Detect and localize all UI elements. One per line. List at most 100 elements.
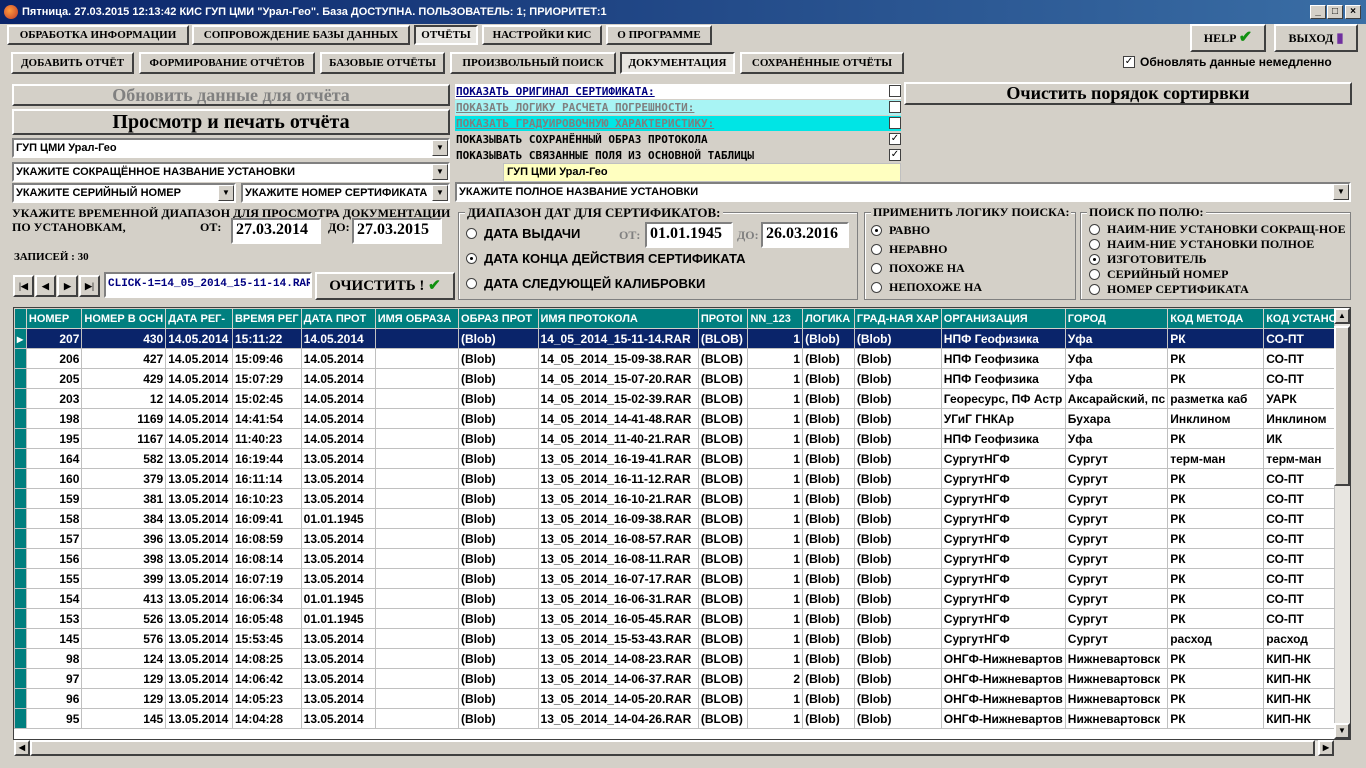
row-indicator[interactable] [14, 648, 27, 669]
table-cell[interactable]: 13.05.2014 [300, 688, 376, 709]
table-cell[interactable]: Сургут [1064, 588, 1169, 609]
table-cell[interactable]: 96 [25, 688, 83, 709]
table-cell[interactable]: (Blob) [458, 448, 539, 469]
scroll-up-icon[interactable]: ▲ [1334, 308, 1350, 324]
table-cell[interactable]: (Blob) [802, 568, 855, 589]
table-row[interactable]: 157 396 13.05.2014 16:08:59 13.05.2014 (Blob)… [14, 528, 1350, 549]
table-cell[interactable]: (Blob) [853, 568, 942, 589]
table-cell[interactable]: РК [1167, 608, 1265, 629]
table-cell[interactable]: (Blob) [853, 608, 942, 629]
table-cell[interactable]: (Blob) [458, 368, 539, 389]
row-indicator[interactable] [14, 668, 27, 689]
table-cell[interactable]: 1 [747, 468, 804, 489]
table-cell[interactable]: РК [1167, 468, 1265, 489]
logic-radio[interactable] [871, 225, 882, 236]
table-cell[interactable]: 398 [81, 548, 167, 569]
sub-tab[interactable]: ДОБАВИТЬ ОТЧЁТ [11, 52, 134, 74]
table-cell[interactable] [374, 328, 460, 349]
table-cell[interactable]: (Blob) [853, 328, 942, 349]
table-cell[interactable]: (Blob) [458, 388, 539, 409]
maximize-icon[interactable]: □ [1327, 5, 1343, 19]
table-cell[interactable]: (Blob) [458, 608, 539, 629]
table-cell[interactable]: 13.05.2014 [165, 668, 233, 689]
table-cell[interactable]: разметка каб [1167, 388, 1265, 409]
table-cell[interactable]: 13.05.2014 [165, 708, 233, 729]
table-cell[interactable]: Сургут [1064, 468, 1169, 489]
table-cell[interactable] [374, 508, 460, 529]
scroll-left-icon[interactable]: ◀ [14, 740, 30, 756]
table-cell[interactable]: 11:40:23 [231, 428, 302, 449]
table-cell[interactable]: 1 [747, 408, 804, 429]
serial-combo[interactable]: УКАЖИТЕ СЕРИЙНЫЙ НОМЕР ▼ [12, 183, 236, 203]
org-combo[interactable]: ГУП ЦМИ Урал-Гео ▼ [12, 138, 450, 158]
table-cell[interactable]: (BLOB) [697, 668, 749, 689]
table-cell[interactable]: (Blob) [802, 588, 855, 609]
column-header[interactable]: ЛОГИКА [802, 308, 855, 329]
table-cell[interactable]: (Blob) [458, 668, 539, 689]
table-cell[interactable]: (Blob) [853, 428, 942, 449]
table-cell[interactable]: 16:09:41 [231, 508, 302, 529]
column-header[interactable]: NN_123 [747, 308, 804, 329]
table-cell[interactable]: 14_05_2014_15-11-14.RAR [537, 328, 699, 349]
row-indicator[interactable] [14, 488, 27, 509]
table-cell[interactable]: 164 [25, 448, 83, 469]
help-button[interactable]: HELP ✔ [1190, 24, 1266, 52]
table-cell[interactable]: 206 [25, 348, 83, 369]
table-cell[interactable]: Нижневартовск [1064, 668, 1169, 689]
table-cell[interactable]: 1 [747, 648, 804, 669]
table-cell[interactable]: 153 [25, 608, 83, 629]
last-record-icon[interactable]: ▶| [79, 275, 100, 297]
display-option-checkbox[interactable] [889, 117, 901, 129]
table-cell[interactable]: (Blob) [853, 448, 942, 469]
table-cell[interactable]: 14.05.2014 [300, 368, 376, 389]
table-cell[interactable]: 154 [25, 588, 83, 609]
table-cell[interactable]: (Blob) [802, 328, 855, 349]
table-cell[interactable]: 01.01.1945 [300, 508, 376, 529]
table-cell[interactable]: 14_05_2014_15-02-39.RAR [537, 388, 699, 409]
table-cell[interactable]: 576 [81, 628, 167, 649]
table-cell[interactable]: 1 [747, 348, 804, 369]
table-cell[interactable]: 1 [747, 548, 804, 569]
table-cell[interactable]: (BLOB) [697, 708, 749, 729]
table-cell[interactable]: (Blob) [458, 328, 539, 349]
table-cell[interactable]: ОНГФ-Нижневартов [940, 708, 1066, 729]
display-option[interactable]: ПОКАЗАТЬ ОРИГИНАЛ СЕРТИФИКАТА: [455, 84, 901, 99]
table-cell[interactable]: 97 [25, 668, 83, 689]
table-cell[interactable]: РК [1167, 588, 1265, 609]
row-indicator[interactable] [14, 608, 27, 629]
table-cell[interactable]: 16:08:59 [231, 528, 302, 549]
table-cell[interactable] [374, 548, 460, 569]
cert-range-radio[interactable] [466, 278, 477, 289]
table-cell[interactable]: 15:11:22 [231, 328, 302, 349]
table-cell[interactable]: (Blob) [853, 648, 942, 669]
table-cell[interactable]: (Blob) [458, 548, 539, 569]
table-cell[interactable]: (Blob) [802, 428, 855, 449]
table-cell[interactable]: СургутНГФ [940, 568, 1066, 589]
table-cell[interactable]: Сургут [1064, 628, 1169, 649]
table-cell[interactable]: 384 [81, 508, 167, 529]
table-cell[interactable]: 14.05.2014 [300, 328, 376, 349]
table-cell[interactable]: 13.05.2014 [300, 648, 376, 669]
table-cell[interactable]: 198 [25, 408, 83, 429]
table-cell[interactable]: (BLOB) [697, 448, 749, 469]
table-cell[interactable]: 15:07:29 [231, 368, 302, 389]
table-cell[interactable]: РК [1167, 528, 1265, 549]
table-cell[interactable] [374, 588, 460, 609]
table-cell[interactable]: (Blob) [802, 348, 855, 369]
display-option[interactable]: ПОКАЗЫВАТЬ СОХРАНЁННЫЙ ОБРАЗ ПРОТОКОЛА [455, 132, 901, 147]
cert-range-radio[interactable] [466, 228, 477, 239]
table-cell[interactable]: 203 [25, 388, 83, 409]
print-report-button[interactable]: Просмотр и печать отчёта [12, 109, 450, 135]
table-cell[interactable]: УГиГ ГНКАр [940, 408, 1066, 429]
table-cell[interactable]: 13_05_2014_16-10-21.RAR [537, 488, 699, 509]
table-cell[interactable]: (Blob) [458, 428, 539, 449]
table-cell[interactable]: РК [1167, 428, 1265, 449]
table-cell[interactable]: РК [1167, 688, 1265, 709]
row-indicator[interactable] [14, 468, 27, 489]
table-cell[interactable]: 429 [81, 368, 167, 389]
table-cell[interactable]: 13_05_2014_14-08-23.RAR [537, 648, 699, 669]
chevron-down-icon[interactable]: ▼ [1333, 184, 1349, 200]
table-cell[interactable]: (Blob) [802, 468, 855, 489]
table-cell[interactable] [374, 628, 460, 649]
column-header[interactable]: ИМЯ ОБРАЗА [374, 308, 460, 329]
